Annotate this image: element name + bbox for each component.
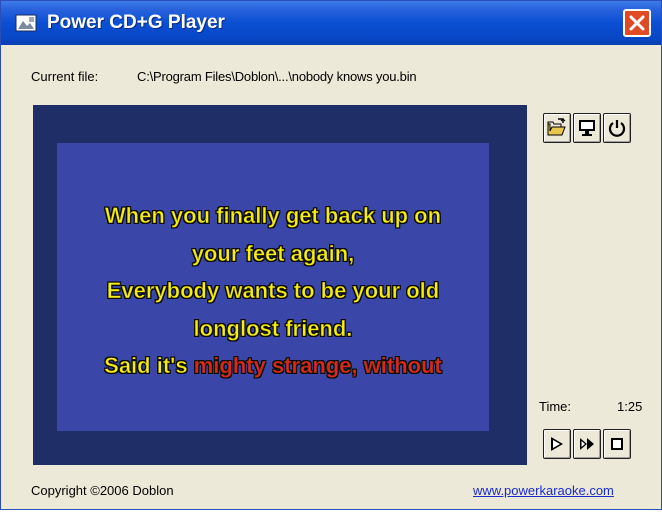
karaoke-display: When you finally get back up on your fee…	[33, 105, 527, 465]
stop-icon	[611, 438, 623, 450]
display-button[interactable]	[573, 113, 601, 143]
close-icon	[629, 15, 645, 31]
app-icon	[15, 14, 37, 32]
monitor-icon	[579, 120, 595, 136]
lyric-line: Everybody wants to be your old	[106, 278, 440, 304]
time-label: Time:	[539, 399, 572, 414]
fast-forward-button[interactable]	[573, 429, 601, 459]
website-link[interactable]: www.powerkaraoke.com	[473, 483, 614, 498]
copyright-text: Copyright ©2006 Doblon	[31, 483, 174, 498]
lyric-line: When you finally get back up on	[104, 203, 442, 229]
window-title: Power CD+G Player	[47, 12, 225, 33]
close-button[interactable]	[623, 9, 651, 37]
power-icon	[608, 120, 626, 137]
sung-text: Said it's	[104, 353, 194, 379]
play-icon	[551, 437, 563, 451]
play-button[interactable]	[543, 429, 571, 459]
time-value: 1:25	[617, 399, 643, 414]
player-window: Power CD+G Player Current file: C:\Progr…	[0, 0, 662, 510]
fast-forward-icon	[580, 438, 594, 450]
open-folder-icon	[547, 118, 566, 136]
current-file-label: Current file:	[31, 69, 99, 84]
power-button[interactable]	[603, 113, 631, 143]
open-file-button[interactable]	[543, 113, 571, 143]
lyric-line: longlost friend.	[193, 315, 353, 341]
title-bar[interactable]: Power CD+G Player	[1, 1, 661, 45]
current-lyric-line: Said it's mighty strange, without	[57, 347, 489, 385]
unsung-text: mighty strange, without	[193, 353, 442, 379]
current-file-path: C:\Program Files\Doblon\...\nobody knows…	[137, 69, 417, 84]
lyrics-text: When you finally get back up on your fee…	[57, 197, 489, 385]
lyric-line: your feet again,	[191, 240, 355, 266]
stop-button[interactable]	[603, 429, 631, 459]
lyrics-area: When you finally get back up on your fee…	[57, 143, 489, 431]
